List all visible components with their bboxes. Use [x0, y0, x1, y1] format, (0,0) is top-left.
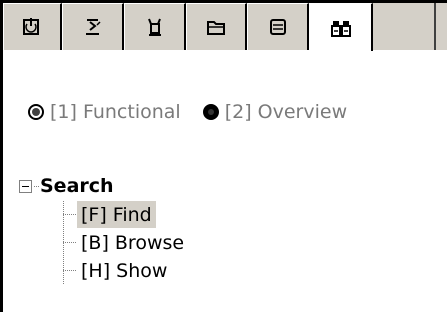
- tab-folder[interactable]: [186, 3, 247, 50]
- tab-search[interactable]: [309, 3, 373, 53]
- hourglass-icon: [85, 19, 101, 35]
- tree-item-label: [F] Find: [81, 203, 152, 226]
- tab-strip: [3, 3, 447, 53]
- tree-root-search[interactable]: Search: [19, 173, 114, 199]
- tree-connector: [34, 186, 40, 187]
- mode-overview-label: [2] Overview: [224, 101, 348, 123]
- tree-item-browse[interactable]: [B] Browse: [77, 229, 188, 256]
- collapse-icon[interactable]: [19, 179, 32, 193]
- tab-strip-edge: [434, 3, 447, 50]
- panel-window: [1] Functional [2] Overview Search [F] F…: [0, 0, 447, 315]
- list-icon: [269, 19, 286, 35]
- tab-hourglass[interactable]: [62, 3, 124, 50]
- tree-root-label: Search: [40, 175, 114, 197]
- mode-functional-label: [1] Functional: [50, 101, 181, 123]
- tree-connector: [63, 242, 77, 243]
- stand-icon: [147, 18, 161, 36]
- mode-overview-radio[interactable]: [2] Overview: [202, 101, 348, 123]
- power-icon: [23, 18, 39, 35]
- mode-functional-radio[interactable]: [1] Functional: [28, 101, 181, 123]
- mode-radio-group: [1] Functional [2] Overview: [28, 100, 347, 124]
- tab-power[interactable]: [3, 3, 62, 50]
- tree-connector: [63, 270, 77, 271]
- tree-connector: [63, 214, 77, 215]
- tree-item-label: [B] Browse: [81, 231, 185, 254]
- tree-item-find[interactable]: [F] Find: [77, 201, 156, 228]
- binoculars-icon: [330, 20, 351, 37]
- tab-stand[interactable]: [124, 3, 186, 50]
- search-panel: [1] Functional [2] Overview Search [F] F…: [3, 51, 447, 315]
- radio-checked-icon: [28, 104, 44, 120]
- tree-item-label: [H] Show: [81, 259, 168, 282]
- tab-list[interactable]: [247, 3, 309, 50]
- folder-icon: [207, 21, 225, 35]
- radio-icon: [202, 104, 219, 120]
- tree-item-show[interactable]: [H] Show: [77, 257, 171, 284]
